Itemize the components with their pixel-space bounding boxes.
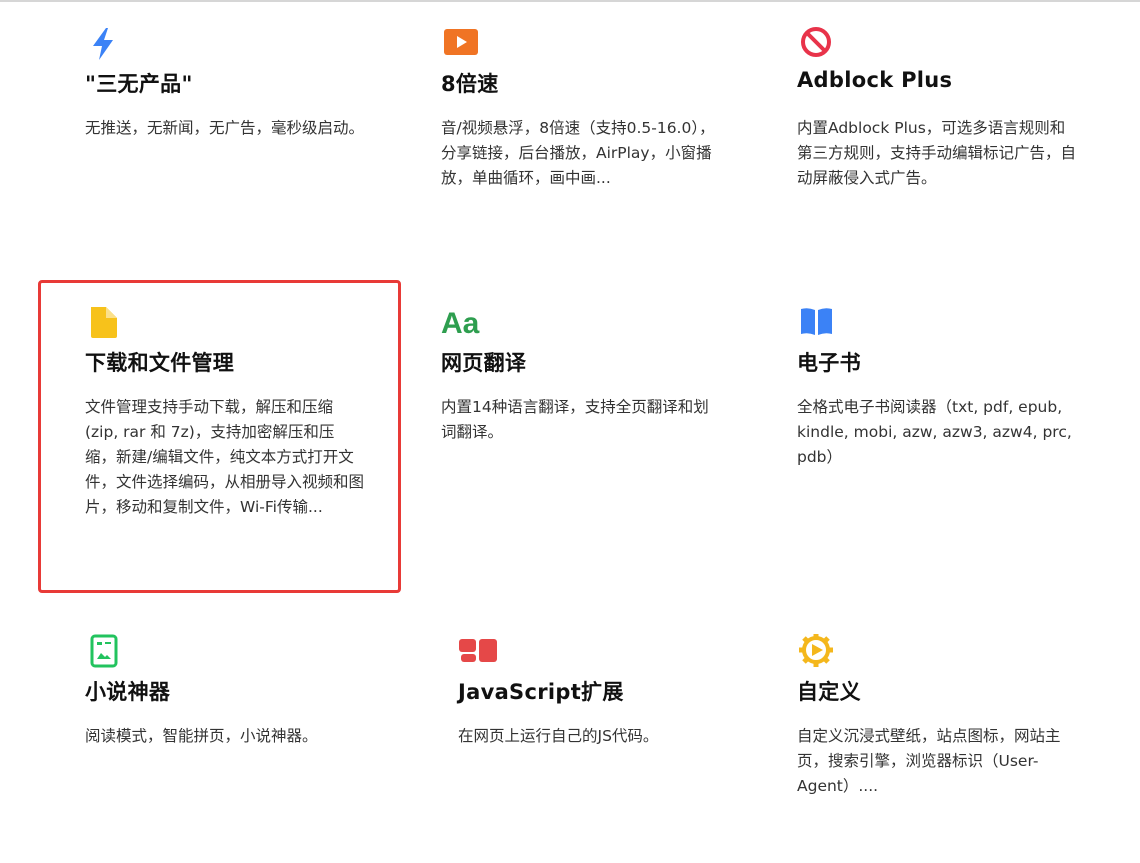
feature-title: 小说神器 (85, 680, 171, 704)
translate-icon: Aa (441, 305, 481, 345)
file-icon (85, 305, 125, 345)
block-icon (797, 26, 837, 66)
feature-title: 8倍速 (441, 72, 499, 96)
feature-description: 自定义沉浸式壁纸，站点图标，网站主页，搜索引擎，浏览器标识（User-Agent… (797, 727, 1061, 795)
feature-title: 电子书 (797, 351, 861, 375)
feature-title: Adblock Plus (797, 68, 953, 92)
feature-title: 自定义 (797, 680, 861, 704)
top-divider (0, 0, 1140, 2)
book-icon (797, 305, 837, 345)
feature-title: JavaScript扩展 (458, 680, 624, 704)
feature-description: 内置14种语言翻译，支持全页翻译和划词翻译。 (441, 398, 709, 441)
reader-icon (85, 634, 125, 674)
feature-description: 阅读模式，智能拼页，小说神器。 (85, 727, 318, 745)
feature-description: 内置Adblock Plus，可选多语言规则和第三方规则，支持手动编辑标记广告，… (797, 119, 1077, 187)
feature-description: 全格式电子书阅读器（txt, pdf, epub, kindle, mobi, … (797, 398, 1072, 466)
feature-description: 无推送，无新闻，无广告，毫秒级启动。 (85, 119, 365, 137)
lightning-icon (85, 26, 125, 66)
feature-description: 在网页上运行自己的JS代码。 (458, 727, 659, 745)
feature-title: "三无产品" (85, 72, 193, 96)
feature-description: 文件管理支持手动下载，解压和压缩(zip, rar 和 7z)，支持加密解压和压… (85, 398, 365, 516)
gear-icon (797, 634, 837, 674)
feature-description: 音/视频悬浮，8倍速（支持0.5-16.0），分享链接，后台播放，AirPlay… (441, 119, 715, 187)
feature-title: 下载和文件管理 (85, 351, 235, 375)
play-icon (441, 26, 481, 66)
extension-icon (458, 634, 498, 674)
svg-text:Aa: Aa (441, 307, 480, 340)
feature-title: 网页翻译 (441, 351, 527, 375)
